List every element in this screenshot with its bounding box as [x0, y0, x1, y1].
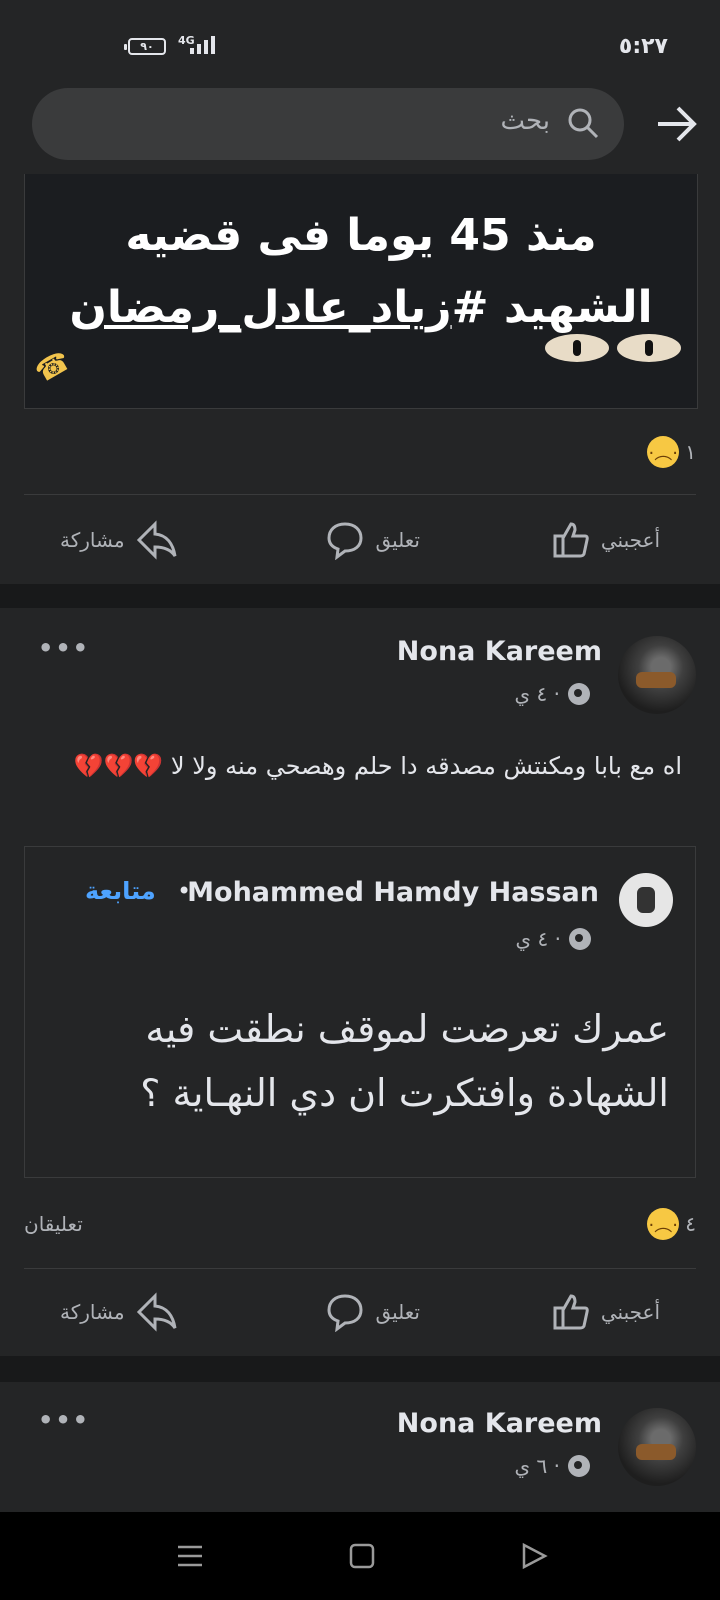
system-nav-bar: [0, 1512, 720, 1600]
comment-button[interactable]: تعليق: [325, 520, 420, 560]
separator-dot: •: [177, 877, 192, 905]
battery-level: ٩٠: [140, 40, 154, 53]
sad-reaction-icon: ·︵·: [647, 436, 680, 468]
image-caption-prefix: الشهيد #: [451, 282, 653, 333]
like-label: أعجبني: [600, 1300, 660, 1324]
shared-time: ٤ ي ·: [515, 927, 561, 951]
share-label: مشاركة: [60, 1300, 125, 1324]
thumbs-up-icon: [553, 522, 589, 558]
reaction-summary[interactable]: ·︵· ١: [647, 436, 696, 468]
shared-text: عمرك تعرضت لموقف نطقت فيه الشهادة وافتكر…: [140, 1007, 669, 1115]
post-meta: ٦ ي ·: [515, 1454, 590, 1478]
more-options-button[interactable]: •••: [38, 1406, 90, 1434]
comments-count[interactable]: تعليقان: [24, 1212, 83, 1236]
avatar[interactable]: [619, 873, 673, 927]
reaction-summary[interactable]: ·︵· ٤: [647, 1208, 696, 1240]
back-icon[interactable]: [520, 1542, 548, 1570]
status-bar: ٩٠ 4G ٥:٢٧: [0, 0, 720, 80]
comment-button[interactable]: تعليق: [325, 1292, 420, 1332]
home-icon[interactable]: [348, 1542, 376, 1570]
comment-icon: [327, 522, 363, 560]
comment-label: تعليق: [375, 528, 420, 552]
shared-post[interactable]: Mohammed Hamdy Hassan • متابعة ٤ ي · عمر…: [24, 846, 696, 1178]
back-arrow-icon[interactable]: [654, 102, 698, 146]
eye-graphic: [617, 334, 681, 362]
like-button[interactable]: أعجبني: [551, 1292, 660, 1332]
image-caption-hashtag: زياد_عادل_رمضان: [69, 282, 452, 333]
menu-icon[interactable]: [176, 1542, 204, 1570]
post-text: اه مع بابا ومكنتش مصدقه دا حلم وهصحي منه…: [73, 752, 682, 780]
post-meta: ٤ ي ·: [515, 682, 590, 706]
globe-icon: [568, 1455, 590, 1477]
search-placeholder: بحث: [500, 106, 550, 136]
comment-icon: [327, 1294, 363, 1332]
thumbs-up-icon: [553, 1294, 589, 1330]
signal-icon: [190, 36, 215, 54]
phone-icon: ☎: [29, 343, 76, 390]
divider: [24, 494, 696, 495]
avatar[interactable]: [618, 636, 696, 714]
sad-reaction-icon: ·︵·: [647, 1208, 680, 1240]
image-caption-line2: الشهيد #زياد_عادل_رمضان: [25, 282, 697, 333]
share-label: مشاركة: [60, 528, 125, 552]
image-caption-line1: منذ 45 يوما فى قضيه: [125, 210, 597, 261]
follow-button[interactable]: متابعة: [85, 877, 156, 905]
battery-icon: ٩٠: [124, 38, 166, 55]
shared-meta: ٤ ي ·: [516, 927, 591, 951]
globe-icon: [568, 683, 590, 705]
search-input[interactable]: بحث: [32, 88, 624, 160]
avatar[interactable]: [618, 1408, 696, 1486]
comment-label: تعليق: [375, 1300, 420, 1324]
more-options-button[interactable]: •••: [38, 634, 90, 662]
post-author[interactable]: Nona Kareem: [397, 636, 602, 667]
globe-icon: [569, 928, 591, 950]
shared-author[interactable]: Mohammed Hamdy Hassan: [187, 877, 599, 908]
search-icon: [568, 108, 599, 139]
divider: [24, 1268, 696, 1269]
search-header: بحث: [0, 80, 720, 175]
eye-graphic: [545, 334, 609, 362]
post-card: [0, 1382, 720, 1512]
reaction-count: ١: [685, 440, 696, 464]
post-time: ٤ ي ·: [514, 682, 560, 706]
share-icon: [136, 520, 177, 560]
clock: ٥:٢٧: [618, 34, 668, 59]
share-button[interactable]: مشاركة: [60, 1292, 179, 1332]
like-label: أعجبني: [600, 528, 660, 552]
post-image: منذ 45 يوما فى قضيه الشهيد #زياد_عادل_رم…: [24, 174, 698, 409]
share-icon: [136, 1292, 177, 1332]
reaction-count: ٤: [685, 1212, 696, 1236]
share-button[interactable]: مشاركة: [60, 520, 179, 560]
like-button[interactable]: أعجبني: [551, 520, 660, 560]
post-time: ٦ ي ·: [514, 1454, 560, 1478]
post-author[interactable]: Nona Kareem: [397, 1408, 602, 1439]
